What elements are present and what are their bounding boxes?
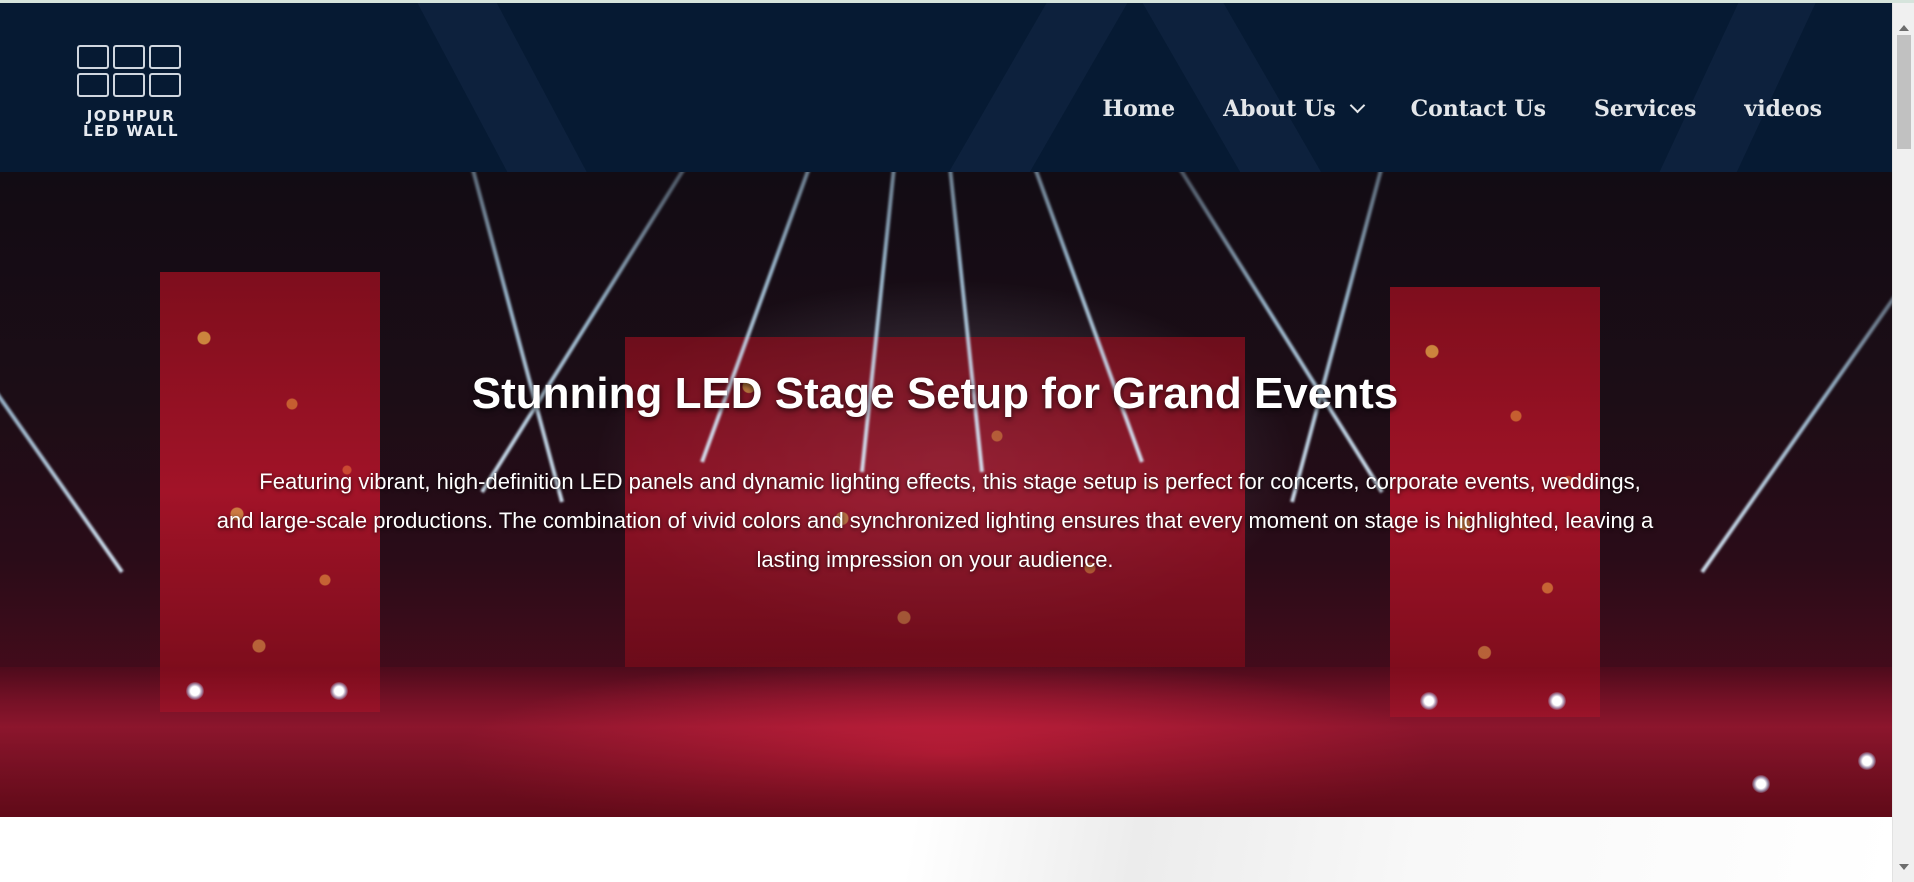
main-nav: Home About Us Contact Us Services videos bbox=[1102, 96, 1822, 122]
scroll-down-icon[interactable] bbox=[1899, 864, 1909, 870]
header-decor-beam bbox=[1139, 3, 1331, 172]
stage-floor bbox=[0, 667, 1892, 817]
stage-light bbox=[1548, 692, 1566, 710]
nav-item-services[interactable]: Services bbox=[1594, 96, 1696, 122]
nav-item-contact-us[interactable]: Contact Us bbox=[1411, 96, 1546, 122]
chevron-down-icon[interactable] bbox=[1349, 97, 1365, 113]
logo-text-line2: LED WALL bbox=[82, 122, 180, 140]
stage-light bbox=[186, 682, 204, 700]
vertical-scrollbar[interactable] bbox=[1892, 3, 1914, 882]
light-beam bbox=[0, 172, 124, 574]
nav-item-videos[interactable]: videos bbox=[1744, 96, 1822, 122]
site-logo[interactable]: JODHPUR LED WALL bbox=[75, 43, 187, 143]
stage-light bbox=[1752, 775, 1770, 793]
light-beam bbox=[425, 172, 564, 503]
nav-item-label: Services bbox=[1594, 96, 1697, 122]
nav-item-label: About Us bbox=[1223, 96, 1336, 122]
stage-light bbox=[330, 682, 348, 700]
nav-item-home[interactable]: Home bbox=[1102, 96, 1175, 122]
site-header: JODHPUR LED WALL Home About Us Contact U… bbox=[0, 3, 1892, 172]
hero-description: Featuring vibrant, high-definition LED p… bbox=[216, 469, 1654, 572]
hero-title: Stunning LED Stage Setup for Grand Event… bbox=[471, 369, 1399, 418]
hero-banner: Stunning LED Stage Setup for Grand Event… bbox=[0, 172, 1892, 817]
browser-viewport: JODHPUR LED WALL Home About Us Contact U… bbox=[0, 0, 1914, 882]
led-wall-grid-icon bbox=[77, 45, 185, 99]
stage-light bbox=[1858, 752, 1876, 770]
light-beam bbox=[1700, 172, 1892, 574]
stage-light bbox=[1420, 692, 1438, 710]
scroll-up-icon[interactable] bbox=[1899, 25, 1909, 31]
nav-item-about-us[interactable]: About Us bbox=[1223, 96, 1365, 122]
header-decor-beam bbox=[413, 3, 597, 172]
content-section bbox=[0, 817, 1892, 882]
scroll-thumb[interactable] bbox=[1897, 35, 1911, 149]
nav-item-label: Home bbox=[1102, 96, 1176, 122]
header-decor-beam bbox=[1648, 3, 1822, 172]
nav-item-label: Contact Us bbox=[1410, 96, 1546, 122]
header-decor-beam bbox=[939, 3, 1131, 172]
nav-item-label: videos bbox=[1744, 96, 1822, 122]
